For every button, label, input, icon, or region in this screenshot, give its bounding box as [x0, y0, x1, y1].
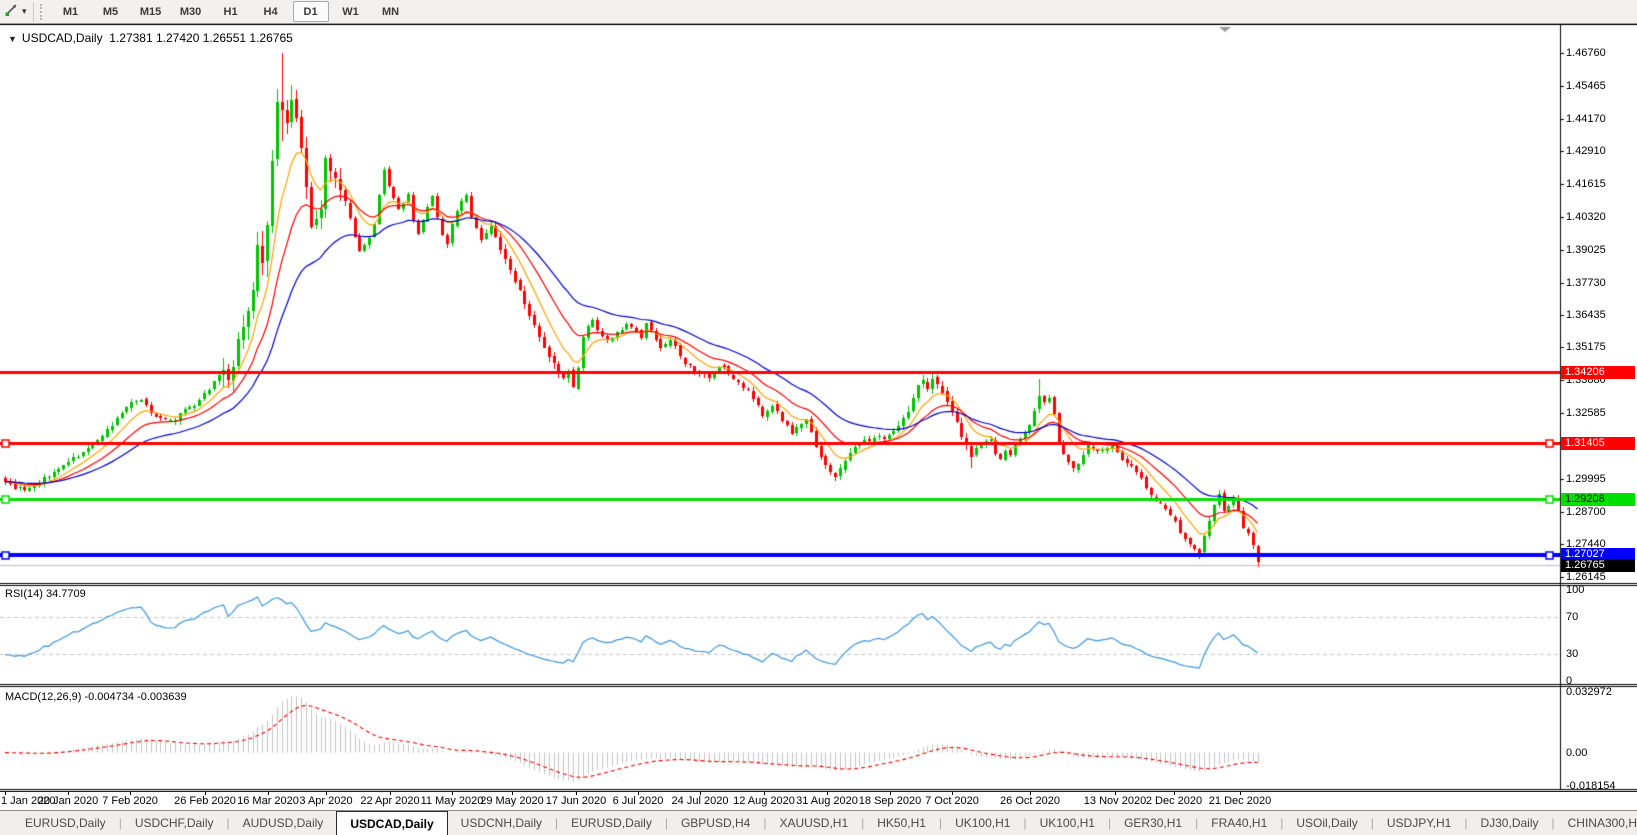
date-axis-label: 7 Oct 2020 — [925, 795, 979, 807]
level-price-badge: 1.29208 — [1561, 493, 1635, 506]
date-axis-label: 11 May 2020 — [421, 795, 484, 807]
chart-tab-xauusd-h1[interactable]: XAUUSD,H1 — [766, 811, 861, 835]
chart-title: ▼ USDCAD,Daily 1.27381 1.27420 1.26551 1.… — [8, 31, 293, 45]
price-axis-label: 1.39025 — [1566, 244, 1606, 256]
chart-tab-audusd-daily[interactable]: AUDUSD,Daily — [230, 811, 337, 835]
chart-tab-usdcad-daily[interactable]: USDCAD,Daily — [336, 811, 447, 835]
price-axis-label: 1.46760 — [1566, 47, 1606, 59]
chart-tab-ger30-h1[interactable]: GER30,H1 — [1111, 811, 1195, 835]
price-axis-label: 1.41615 — [1566, 178, 1606, 190]
price-axis-label: 1.36435 — [1566, 309, 1606, 321]
date-axis-label: 16 Mar 2020 — [237, 795, 299, 807]
price-axis-label: 1.42910 — [1566, 145, 1606, 157]
date-axis-label: 24 Jul 2020 — [672, 795, 729, 807]
price-axis-label: 1.26145 — [1566, 571, 1606, 583]
timeframe-toolbar: ▾ M1M5M15M30H1H4D1W1MN — [0, 0, 1637, 24]
date-axis-label: 20 Jan 2020 — [38, 795, 99, 807]
macd-axis-label: 0.00 — [1566, 747, 1587, 759]
chart-ohlc-values: 1.27381 1.27420 1.26551 1.26765 — [109, 31, 293, 45]
price-axis-label: 1.28700 — [1566, 506, 1606, 518]
price-axis-label: 1.29995 — [1566, 473, 1606, 485]
macd-indicator-label: MACD(12,26,9) -0.004734 -0.003639 — [5, 691, 187, 703]
price-chart-canvas[interactable] — [0, 24, 1637, 792]
timeframe-button-d1[interactable]: D1 — [293, 1, 329, 22]
chart-tab-fra40-h1[interactable]: FRA40,H1 — [1198, 811, 1280, 835]
timeframe-button-m1[interactable]: M1 — [53, 1, 89, 22]
chart-tab-dj30-daily[interactable]: DJ30,Daily — [1467, 811, 1551, 835]
chart-tab-china300-h1[interactable]: CHINA300,H1 — [1555, 811, 1637, 835]
date-axis-label: 12 Aug 2020 — [733, 795, 795, 807]
current-bid-badge: 1.26765 — [1561, 559, 1635, 572]
timeframe-button-h4[interactable]: H4 — [253, 1, 289, 22]
chart-tab-usdchf-daily[interactable]: USDCHF,Daily — [122, 811, 227, 835]
toolbar-separator — [33, 2, 34, 22]
price-axis-label: 1.40320 — [1566, 211, 1606, 223]
rsi-axis-label: 30 — [1566, 648, 1578, 660]
chart-tab-usdcnh-daily[interactable]: USDCNH,Daily — [448, 811, 555, 835]
date-axis-label: 17 Jun 2020 — [546, 795, 607, 807]
chart-tab-eurusd-daily[interactable]: EURUSD,Daily — [558, 811, 665, 835]
chart-tab-gbpusd-h4[interactable]: GBPUSD,H4 — [668, 811, 763, 835]
chart-tab-uk100-h1[interactable]: UK100,H1 — [942, 811, 1023, 835]
chart-tab-eurusd-daily[interactable]: EURUSD,Daily — [12, 811, 119, 835]
date-axis-label: 31 Aug 2020 — [796, 795, 858, 807]
rsi-indicator-label: RSI(14) 34.7709 — [5, 588, 86, 600]
chart-tab-hk50-h1[interactable]: HK50,H1 — [864, 811, 939, 835]
timeframe-button-m5[interactable]: M5 — [93, 1, 129, 22]
rsi-axis-label: 100 — [1566, 584, 1584, 596]
date-axis-label: 7 Feb 2020 — [102, 795, 158, 807]
timeframe-buttons: M1M5M15M30H1H4D1W1MN — [51, 1, 411, 22]
date-axis-label: 6 Jul 2020 — [613, 795, 664, 807]
price-axis-label: 1.35175 — [1566, 341, 1606, 353]
timeframe-button-h1[interactable]: H1 — [213, 1, 249, 22]
level-price-badge: 1.31405 — [1561, 437, 1635, 450]
date-axis[interactable]: 1 Jan 202020 Jan 20207 Feb 202026 Feb 20… — [0, 792, 1637, 810]
rsi-axis-label: 70 — [1566, 611, 1578, 623]
chart-tab-usdjpy-h1[interactable]: USDJPY,H1 — [1374, 811, 1464, 835]
date-axis-label: 22 Apr 2020 — [360, 795, 419, 807]
date-axis-label: 21 Dec 2020 — [1209, 795, 1271, 807]
date-axis-label: 18 Sep 2020 — [859, 795, 921, 807]
date-axis-label: 26 Oct 2020 — [1000, 795, 1060, 807]
date-axis-label: 26 Feb 2020 — [174, 795, 236, 807]
timeframe-button-m15[interactable]: M15 — [133, 1, 169, 22]
trading-platform-window: ▾ M1M5M15M30H1H4D1W1MN ▼ USDCAD,Daily 1.2… — [0, 0, 1637, 835]
chart-tab-uk100-h1[interactable]: UK100,H1 — [1027, 811, 1108, 835]
date-axis-label: 13 Nov 2020 — [1084, 795, 1146, 807]
price-axis-label: 1.37730 — [1566, 277, 1606, 289]
price-axis-label: 1.44170 — [1566, 113, 1606, 125]
chart-area: ▼ USDCAD,Daily 1.27381 1.27420 1.26551 1.… — [0, 24, 1637, 792]
timeframe-button-w1[interactable]: W1 — [333, 1, 369, 22]
date-axis-label: 29 May 2020 — [480, 795, 544, 807]
level-price-badge: 1.34206 — [1561, 366, 1635, 379]
price-axis-label: 1.45465 — [1566, 80, 1606, 92]
timeframe-button-mn[interactable]: MN — [373, 1, 409, 22]
macd-axis-label: -0.018154 — [1566, 780, 1616, 792]
cursor-tool-button[interactable]: ▾ — [0, 0, 31, 23]
price-axis-label: 1.32585 — [1566, 407, 1606, 419]
macd-axis-label: 0.032972 — [1566, 686, 1612, 698]
collapse-triangle-icon[interactable]: ▼ — [8, 34, 17, 44]
chart-tab-bar: EURUSD,Daily|USDCHF,Daily|AUDUSD,DailyUS… — [0, 810, 1637, 835]
date-axis-label: 2 Dec 2020 — [1146, 795, 1202, 807]
chevron-down-icon: ▾ — [22, 6, 27, 17]
cursor-tool-icon — [4, 2, 19, 22]
chart-symbol-label: USDCAD,Daily — [22, 31, 103, 45]
timeframe-button-m30[interactable]: M30 — [173, 1, 209, 22]
toolbar-grip-handle[interactable] — [40, 4, 45, 20]
chart-tab-usoil-daily[interactable]: USOil,Daily — [1283, 811, 1370, 835]
date-axis-label: 3 Apr 2020 — [299, 795, 352, 807]
